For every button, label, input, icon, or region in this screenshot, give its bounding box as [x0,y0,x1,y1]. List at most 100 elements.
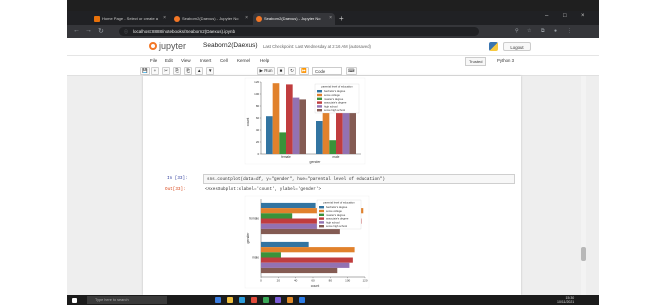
x-axis-label: count [311,284,320,288]
stop-icon[interactable]: ■ [277,67,285,75]
move-down-icon[interactable]: ▼ [206,67,215,75]
browser-tab-notebook-active[interactable]: Seaborn2(Daexus) - Jupyter No × [253,13,335,25]
menu-view[interactable]: View [181,58,191,63]
menu-insert[interactable]: Insert [200,58,211,63]
menu-cell[interactable]: Cell [220,58,228,63]
menu-file[interactable]: File [150,58,157,63]
store-icon[interactable] [299,297,305,303]
screenshot-frame: Home Page - Select or create a × Seaborn… [0,0,662,305]
keyboard-icon[interactable]: ⌨ [346,67,357,75]
legend-label: associate's degree [324,101,347,105]
menu-icon[interactable]: ⋮ [567,28,572,34]
bar [329,140,336,154]
menu-help[interactable]: Help [260,58,269,63]
edge-icon[interactable] [239,297,245,303]
menu-kernel[interactable]: Kernel [237,58,250,63]
legend-swatch [317,93,322,97]
legend-swatch [319,209,324,213]
restart-run-all-icon[interactable]: ⏩ [299,67,309,75]
file-explorer-icon[interactable] [227,297,233,303]
y-tick-label: female [249,217,259,221]
system-clock[interactable]: 15:30 10/11/2021 [557,296,574,304]
legend-label: some high school [324,108,345,112]
close-icon[interactable]: × [245,15,248,21]
x-tick-label: 80 [329,278,333,282]
forward-icon[interactable]: → [85,27,92,34]
taskbar-search-input[interactable]: Type here to search [87,296,167,304]
star-icon[interactable]: ☆ [527,28,531,34]
cell-type-select[interactable]: Code [312,67,342,75]
y-tick-label: 40 [256,128,260,132]
legend-label: associate's degree [326,217,349,221]
start-icon[interactable] [72,297,77,303]
new-tab-button[interactable]: + [339,14,344,23]
notebook-scroll-area[interactable]: 0 20 40 60 80 100 120 female male gender count … [67,76,599,295]
bar [261,228,340,235]
bar [286,84,293,154]
zoom-icon[interactable]: ⚲ [515,28,519,34]
bar [261,247,355,253]
extensions-icon[interactable]: ⧉ [541,28,545,34]
trusted-indicator[interactable]: Trusted [465,57,487,66]
legend-swatch [317,109,322,112]
minimize-button[interactable]: – [545,13,548,19]
restart-icon[interactable]: ↻ [288,67,296,75]
notebook-title[interactable]: Seaborn2(Daexus) [203,42,258,49]
jupyter-logo[interactable]: jupyter [149,41,186,51]
window-close-button[interactable]: × [581,13,585,19]
run-button[interactable]: ▶ Run [257,67,275,75]
address-bar[interactable]: ⓘ localhost:8888/notebooks/Seaborn2(Daex… [119,27,479,36]
profile-icon[interactable]: ● [554,28,557,34]
x-tick-label: 120 [362,278,367,282]
browser-tab-notebook[interactable]: Seaborn2(Daexus) - Jupyter No × [171,13,251,25]
y-tick-label: 60 [256,116,260,120]
bar [261,262,350,268]
right-letterbox [599,0,662,305]
chart-legend: parental level of educationbachelor's de… [314,83,360,114]
page-scrollbar[interactable] [581,76,586,295]
legend-label: high school [326,220,340,224]
cut-icon[interactable]: ✂ [162,67,170,75]
menu-edit[interactable]: Edit [165,58,173,63]
y-tick-label: 100 [254,92,259,96]
legend-label: some college [324,93,340,97]
maximize-button[interactable]: □ [563,13,567,19]
bar [292,97,300,154]
tab-label: Seaborn2(Daexus) - Jupyter No [182,16,239,21]
info-icon: ⓘ [124,29,128,34]
legend-label: master's degree [324,97,344,101]
paste-icon[interactable]: ⎗ [184,67,192,75]
browser-tab-home[interactable]: Home Page - Select or create a × [91,13,169,25]
legend-swatch [319,225,324,228]
notebook-menubar: File Edit View Insert Cell Kernel Help T… [67,56,599,66]
excel-icon[interactable] [263,297,269,303]
legend-swatch [319,206,324,209]
close-icon[interactable]: × [163,15,166,21]
task-view-icon[interactable] [215,297,221,303]
y-tick-label: 120 [254,80,259,84]
scrollbar-thumb[interactable] [581,247,586,261]
teams-icon[interactable] [275,297,281,303]
legend-swatch [319,217,324,220]
save-icon[interactable]: 💾 [140,67,150,75]
copy-icon[interactable]: ⎘ [173,67,181,75]
bar [261,241,309,248]
x-tick-label: 40 [294,278,298,282]
bar [261,213,293,219]
folder-icon[interactable] [287,297,293,303]
legend-label: some college [326,209,342,213]
move-up-icon[interactable]: ▲ [195,67,204,75]
close-icon[interactable]: × [329,15,332,21]
insert-cell-button[interactable]: + [151,67,159,75]
code-cell-input[interactable]: sns.countplot(data=df, y="gender", hue="… [203,174,515,184]
input-prompt: In [33]: [167,176,188,181]
chrome-icon[interactable] [251,297,257,303]
output-prompt: Out[33]: [165,187,186,192]
bar [272,83,280,154]
notebook-toolbar: 💾 + ✂ ⎘ ⎗ ▲ ▼ ▶ Run ■ ↻ ⏩ Code ⌨ [67,66,599,76]
logout-button[interactable]: Logout [503,42,531,51]
windows-taskbar: Type here to search 15:30 10/11/2021 [67,295,599,305]
back-icon[interactable]: ← [73,27,80,34]
reload-icon[interactable]: ↻ [98,27,104,35]
x-tick-label: 60 [311,278,315,282]
